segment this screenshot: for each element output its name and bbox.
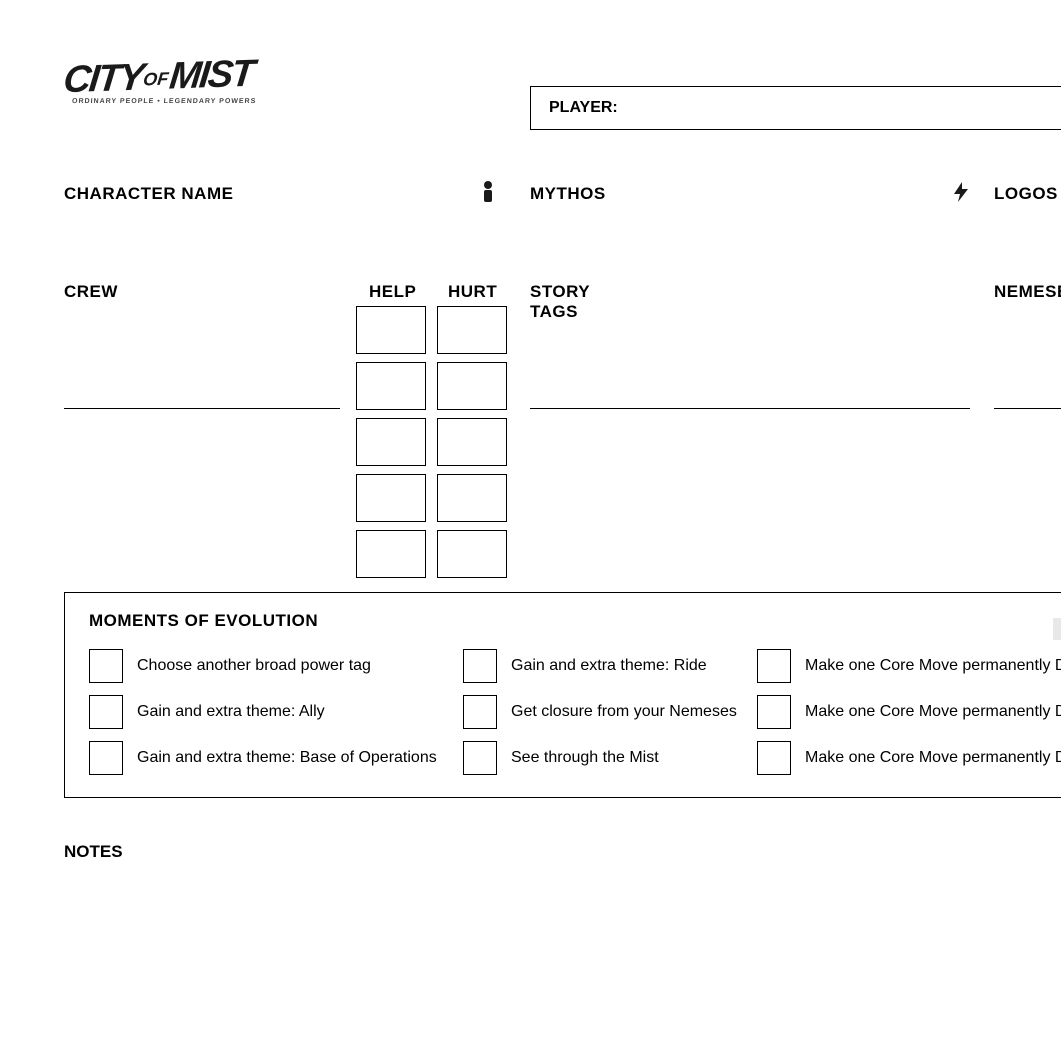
hurt-box-1[interactable] xyxy=(437,306,507,354)
moe-item-9: Make one Core Move permanently D xyxy=(757,741,1061,775)
help-box-5[interactable] xyxy=(356,530,426,578)
nemeses-write-line[interactable] xyxy=(994,408,1061,409)
moe-item-6: Make one Core Move permanently D xyxy=(757,695,1061,729)
moe-label-2: Gain and extra theme: Ride xyxy=(511,657,707,675)
moments-of-evolution-panel: MOMENTS OF EVOLUTION Choose another broa… xyxy=(64,592,1061,798)
character-sheet: CITYOFMIST ORDINARY PEOPLE • LEGENDARY P… xyxy=(0,0,1061,105)
moe-label-1: Choose another broad power tag xyxy=(137,657,371,675)
moe-checkbox-3[interactable] xyxy=(757,649,791,683)
hurt-column xyxy=(437,306,507,578)
notes-heading: NOTES xyxy=(64,842,123,862)
moe-label-5: Get closure from your Nemeses xyxy=(511,703,737,721)
moe-checkbox-6[interactable] xyxy=(757,695,791,729)
moe-label-3: Make one Core Move permanently D xyxy=(805,657,1061,675)
moe-label-4: Gain and extra theme: Ally xyxy=(137,703,325,721)
bolt-icon xyxy=(954,182,968,207)
crew-heading: CREW xyxy=(64,282,118,302)
logos-heading: LOGOS xyxy=(994,184,1058,204)
person-icon xyxy=(481,180,495,207)
logo-of: OF xyxy=(142,69,169,90)
moe-label-6: Make one Core Move permanently D xyxy=(805,703,1061,721)
moe-checkbox-2[interactable] xyxy=(463,649,497,683)
help-box-3[interactable] xyxy=(356,418,426,466)
player-field[interactable]: PLAYER: xyxy=(530,86,1061,130)
moe-grid: Choose another broad power tag Gain and … xyxy=(89,649,1061,775)
moe-title: MOMENTS OF EVOLUTION xyxy=(89,611,1061,631)
nemeses-heading: NEMESES xyxy=(994,282,1061,302)
moe-checkbox-5[interactable] xyxy=(463,695,497,729)
hurt-box-5[interactable] xyxy=(437,530,507,578)
moe-label-9: Make one Core Move permanently D xyxy=(805,749,1061,767)
help-heading: HELP xyxy=(369,282,416,302)
help-box-2[interactable] xyxy=(356,362,426,410)
story-tags-heading: STORY TAGS xyxy=(530,282,590,322)
player-label: PLAYER: xyxy=(549,99,618,116)
character-name-heading: CHARACTER NAME xyxy=(64,184,233,204)
hurt-heading: HURT xyxy=(448,282,497,302)
logo-left: CITY xyxy=(61,57,144,102)
moe-item-5: Get closure from your Nemeses xyxy=(463,695,753,729)
gray-stub xyxy=(1053,618,1061,640)
moe-item-2: Gain and extra theme: Ride xyxy=(463,649,753,683)
moe-checkbox-1[interactable] xyxy=(89,649,123,683)
help-box-4[interactable] xyxy=(356,474,426,522)
moe-item-3: Make one Core Move permanently D xyxy=(757,649,1061,683)
help-box-1[interactable] xyxy=(356,306,426,354)
moe-label-8: See through the Mist xyxy=(511,749,659,767)
crew-write-line[interactable] xyxy=(64,408,340,409)
moe-item-8: See through the Mist xyxy=(463,741,753,775)
moe-item-1: Choose another broad power tag xyxy=(89,649,459,683)
story-tags-write-line[interactable] xyxy=(530,408,970,409)
help-column xyxy=(356,306,426,578)
moe-checkbox-4[interactable] xyxy=(89,695,123,729)
hurt-box-4[interactable] xyxy=(437,474,507,522)
moe-checkbox-7[interactable] xyxy=(89,741,123,775)
moe-checkbox-8[interactable] xyxy=(463,741,497,775)
logo-right: MIST xyxy=(167,53,255,98)
moe-label-7: Gain and extra theme: Base of Operations xyxy=(137,749,437,767)
moe-checkbox-9[interactable] xyxy=(757,741,791,775)
hurt-box-3[interactable] xyxy=(437,418,507,466)
moe-item-7: Gain and extra theme: Base of Operations xyxy=(89,741,459,775)
hurt-box-2[interactable] xyxy=(437,362,507,410)
moe-item-4: Gain and extra theme: Ally xyxy=(89,695,459,729)
mythos-heading: MYTHOS xyxy=(530,184,606,204)
